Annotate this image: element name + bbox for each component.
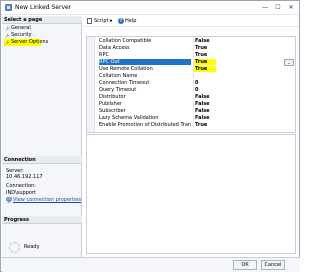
maximize-button[interactable]: ☐: [272, 3, 284, 12]
property-value[interactable]: True: [193, 45, 295, 51]
chevron-down-icon: ▼: [109, 19, 113, 23]
script-label: Script: [94, 18, 109, 24]
page-item-general[interactable]: General: [4, 25, 80, 32]
page-item-label: Server Options: [11, 39, 49, 45]
property-row-distributor[interactable]: Distributor False: [96, 94, 296, 100]
property-description-panel: [86, 134, 296, 254]
property-name: Data Access: [99, 45, 130, 51]
title-bar: New Linked Server — ☐ ✕: [1, 1, 299, 15]
page-item-label: Security: [11, 32, 32, 38]
property-value[interactable]: 0: [193, 87, 295, 93]
progress-spinner-icon: [9, 242, 20, 253]
help-button[interactable]: ? Help: [118, 18, 136, 25]
property-name: RPC: [99, 52, 109, 58]
property-row-query-timeout[interactable]: Query Timeout 0: [96, 87, 296, 93]
view-connection-properties-link[interactable]: View connection properties: [13, 197, 81, 203]
wrench-icon: [5, 40, 10, 45]
property-dropdown-button[interactable]: ⌄: [284, 59, 294, 66]
close-button[interactable]: ✕: [285, 3, 297, 12]
connection-info: Server: 10.46.192.117 Connection: IND\su…: [6, 168, 82, 203]
property-row-subscriber[interactable]: Subscriber False: [96, 108, 296, 114]
property-name: Enable Promotion of Distributed Transact…: [99, 122, 191, 128]
progress-header: Progress: [2, 216, 82, 224]
property-name: Use Remote Collation: [99, 66, 153, 72]
property-value[interactable]: False: [193, 108, 295, 114]
help-icon: ?: [118, 18, 124, 24]
property-value[interactable]: False: [193, 101, 295, 107]
property-row-collation-name[interactable]: Collation Name: [96, 73, 296, 79]
property-row-use-remote-collation[interactable]: Use Remote Collation True: [96, 66, 296, 72]
page-item-security[interactable]: Security: [4, 32, 80, 39]
grid-gutter: [87, 37, 95, 132]
property-value[interactable]: True: [193, 66, 216, 72]
property-name: Query Timeout: [99, 87, 137, 93]
page-list: General Security Server Options: [4, 25, 80, 46]
property-row-enable-promotion[interactable]: Enable Promotion of Distributed Transact…: [96, 122, 296, 128]
property-row-rpc-out[interactable]: RPC Out True ⌄: [96, 59, 296, 66]
property-row-collation-compatible[interactable]: Collation Compatible False: [96, 38, 296, 44]
property-name: RPC Out: [99, 59, 191, 65]
wrench-icon: [5, 33, 10, 38]
property-row-connection-timeout[interactable]: Connection Timeout 0: [96, 80, 296, 86]
property-name: Collation Compatible: [99, 38, 152, 44]
right-pane: Script▼ ? Help Collation Compatible Fals…: [83, 16, 299, 257]
property-name: Publisher: [99, 101, 122, 107]
select-page-header: Select a page: [2, 16, 82, 24]
property-grid: Collation Compatible False Data Access T…: [86, 36, 296, 133]
property-value[interactable]: 0: [193, 80, 295, 86]
wrench-icon: [5, 26, 10, 31]
property-value[interactable]: True: [193, 59, 216, 65]
dialog-footer: OK Cancel: [2, 257, 300, 272]
app-icon: [5, 4, 12, 11]
view-connection-row: View connection properties: [6, 197, 82, 203]
page-item-label: General: [11, 25, 31, 31]
cancel-button[interactable]: Cancel: [261, 260, 285, 270]
property-row-publisher[interactable]: Publisher False: [96, 101, 296, 107]
minimize-button[interactable]: —: [259, 3, 271, 12]
script-button[interactable]: Script▼: [87, 18, 112, 25]
property-name: Lazy Schema Validation: [99, 115, 159, 121]
connection-value: IND\support: [6, 189, 36, 196]
script-icon: [87, 18, 92, 24]
property-value[interactable]: True: [193, 122, 295, 128]
ok-button[interactable]: OK: [233, 260, 257, 270]
toolbar: Script▼ ? Help: [83, 16, 299, 27]
new-linked-server-dialog: New Linked Server — ☐ ✕ Select a page Ge…: [0, 0, 300, 272]
property-name: Distributor: [99, 94, 126, 100]
property-value[interactable]: False: [193, 115, 295, 121]
property-value[interactable]: False: [193, 38, 295, 44]
property-name: Connection Timeout: [99, 80, 150, 86]
property-value[interactable]: True: [193, 52, 295, 58]
property-row-rpc[interactable]: RPC True: [96, 52, 296, 58]
window-title: New Linked Server: [15, 4, 72, 11]
property-name: Subscriber: [99, 108, 126, 114]
property-name: Collation Name: [99, 73, 138, 79]
connection-header: Connection: [2, 156, 82, 164]
page-item-server-options[interactable]: Server Options: [4, 39, 48, 46]
left-pane: Select a page General Security Server Op…: [2, 16, 82, 257]
property-value[interactable]: False: [193, 94, 295, 100]
help-label: Help: [125, 18, 137, 24]
property-row-data-access[interactable]: Data Access True: [96, 45, 296, 51]
property-row-lazy-schema-validation[interactable]: Lazy Schema Validation False: [96, 115, 296, 121]
progress-status: Ready: [24, 244, 40, 250]
property-value[interactable]: [193, 73, 295, 79]
network-icon: [6, 197, 12, 203]
